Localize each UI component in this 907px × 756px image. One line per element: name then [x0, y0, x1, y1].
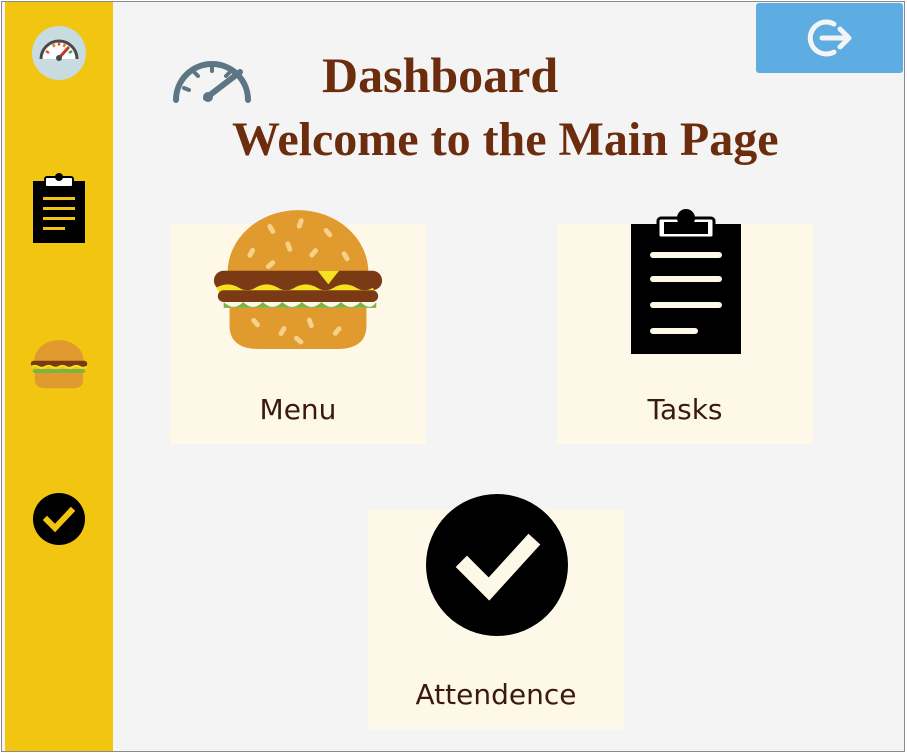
tasks-card-label: Tasks [647, 393, 723, 426]
dashboard-gauge-icon [170, 48, 254, 108]
logout-icon [807, 19, 851, 57]
sidebar-item-menu[interactable] [5, 320, 113, 410]
clipboard-icon [33, 173, 85, 243]
page-subtitle: Welcome to the Main Page [232, 113, 779, 166]
sidebar-item-attendance[interactable] [5, 474, 113, 564]
burger-icon [213, 210, 383, 349]
logout-button[interactable] [756, 3, 903, 73]
sidebar-item-tasks[interactable] [5, 164, 113, 254]
menu-card[interactable]: Menu [170, 210, 426, 444]
sidebar [5, 2, 113, 751]
checkmark-circle-icon [426, 494, 568, 636]
clipboard-icon [631, 209, 741, 354]
sidebar-item-dashboard[interactable] [5, 8, 113, 98]
tasks-card[interactable]: Tasks [557, 209, 813, 444]
burger-icon [30, 340, 88, 389]
app-window: Dashboard Welcome to the Main Page Menu … [1, 1, 905, 752]
checkmark-circle-icon [33, 493, 85, 545]
attendance-card[interactable]: Attendence [368, 494, 624, 729]
attendance-card-label: Attendence [415, 678, 577, 711]
page-title: Dashboard [322, 47, 559, 103]
menu-card-label: Menu [259, 393, 337, 426]
dashboard-gauge-icon [32, 26, 86, 80]
